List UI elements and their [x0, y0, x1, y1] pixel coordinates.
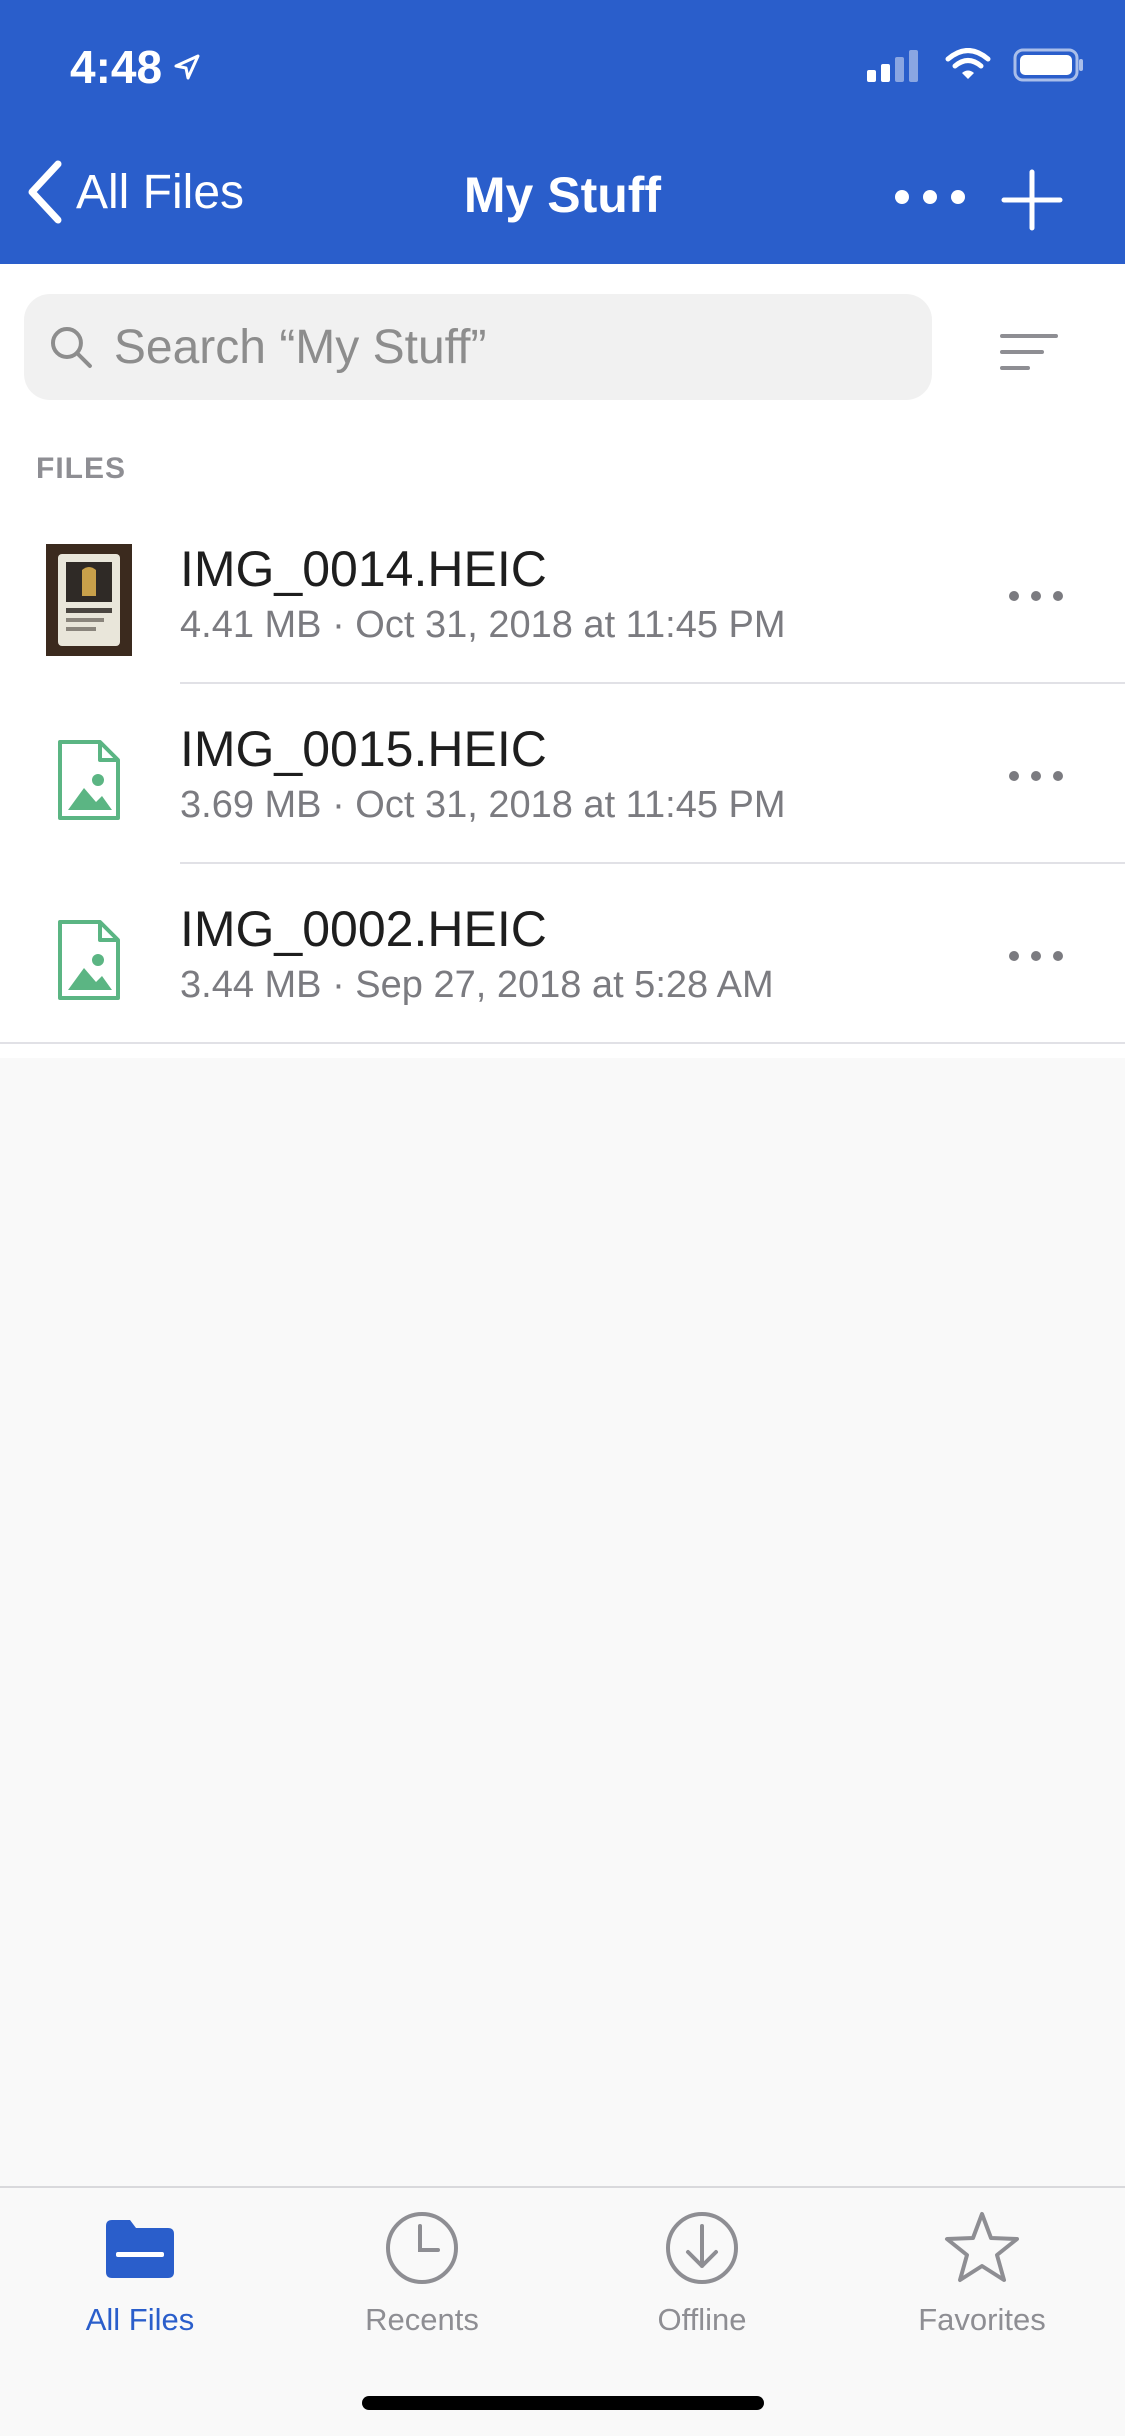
- wifi-icon: [945, 48, 991, 79]
- tab-label: Offline: [657, 2302, 747, 2337]
- add-icon[interactable]: [1000, 168, 1064, 232]
- status-bar-time: 4:48: [70, 40, 202, 94]
- image-file-icon: [58, 740, 120, 820]
- file-more-icon[interactable]: [1006, 936, 1066, 976]
- search-icon: [50, 327, 92, 368]
- tab-label: Favorites: [918, 2302, 1046, 2337]
- file-more-icon[interactable]: [1006, 756, 1066, 796]
- file-name: IMG_0002.HEIC: [180, 901, 547, 957]
- more-options-icon[interactable]: [890, 172, 970, 222]
- file-meta: 4.41 MB · Oct 31, 2018 at 11:45 PM: [180, 604, 786, 646]
- search-bar[interactable]: [24, 294, 932, 400]
- home-indicator: [362, 2396, 764, 2410]
- star-icon: [945, 2212, 1019, 2282]
- clock-icon: [386, 2212, 458, 2284]
- tab-offline[interactable]: Offline: [592, 2208, 812, 2358]
- status-bar-indicators: [867, 48, 1085, 82]
- section-header-files: FILES: [36, 452, 127, 485]
- file-row[interactable]: IMG_0002.HEIC 3.44 MB · Sep 27, 2018 at …: [0, 864, 1125, 1044]
- download-icon: [666, 2212, 738, 2284]
- folder-icon: [106, 2220, 174, 2278]
- time-label: 4:48: [70, 41, 163, 93]
- tab-favorites[interactable]: Favorites: [872, 2208, 1092, 2358]
- photo-thumbnail: [46, 544, 132, 656]
- tab-label: Recents: [365, 2302, 479, 2337]
- file-row[interactable]: IMG_0014.HEIC 4.41 MB · Oct 31, 2018 at …: [0, 504, 1125, 684]
- file-list-section: FILES IMG_0014.HEIC 4.41 MB · Oct 31, 20…: [0, 264, 1125, 1058]
- search-input[interactable]: [113, 319, 932, 375]
- file-more-icon[interactable]: [1006, 576, 1066, 616]
- navigation-header: 4:48 All Files My Stuff: [0, 0, 1125, 264]
- battery-icon: [1013, 48, 1083, 82]
- location-arrow-icon: [174, 54, 200, 80]
- image-file-icon: [58, 920, 120, 1000]
- file-row[interactable]: IMG_0015.HEIC 3.69 MB · Oct 31, 2018 at …: [0, 684, 1125, 864]
- file-name: IMG_0015.HEIC: [180, 721, 547, 777]
- file-name: IMG_0014.HEIC: [180, 541, 547, 597]
- cellular-signal-icon: [867, 50, 918, 82]
- sort-icon[interactable]: [1000, 332, 1058, 372]
- tab-label: All Files: [85, 2302, 195, 2337]
- row-divider: [0, 1042, 1125, 1044]
- tab-all-files[interactable]: All Files: [30, 2208, 250, 2358]
- file-meta: 3.69 MB · Oct 31, 2018 at 11:45 PM: [180, 784, 786, 826]
- tab-recents[interactable]: Recents: [312, 2208, 532, 2358]
- file-meta: 3.44 MB · Sep 27, 2018 at 5:28 AM: [180, 964, 774, 1006]
